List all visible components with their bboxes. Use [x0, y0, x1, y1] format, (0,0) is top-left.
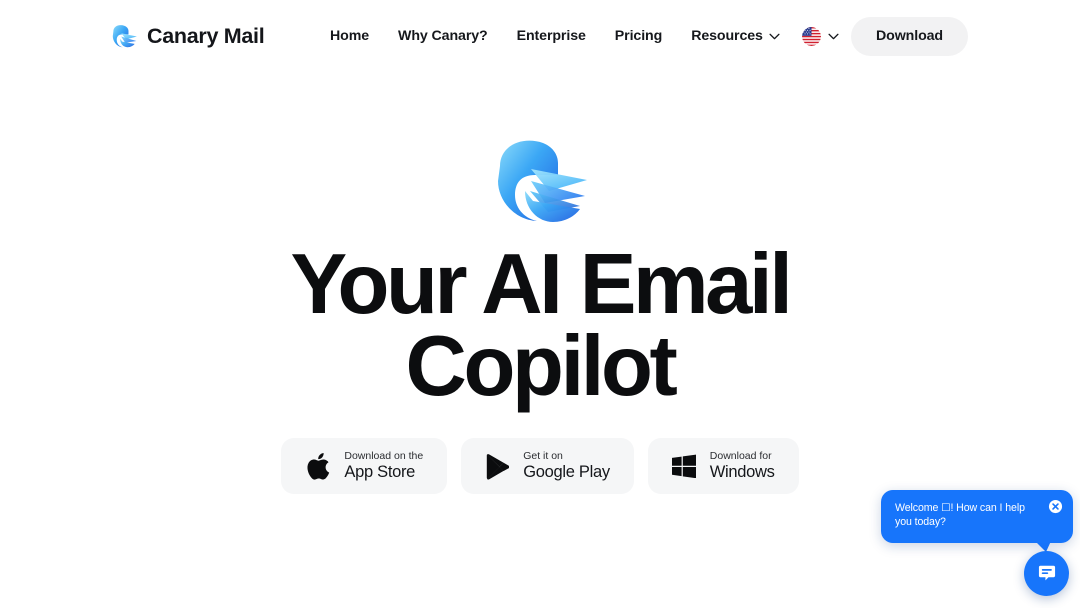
nav-item-resources-label: Resources	[691, 28, 763, 44]
nav-item-pricing[interactable]: Pricing	[615, 22, 663, 50]
store-buttons-row: Download on the App Store Get it on Goog…	[0, 438, 1080, 495]
brand-name: Canary Mail	[147, 23, 265, 48]
page-title: Your AI Email Copilot	[0, 237, 1080, 414]
google-play-icon	[486, 453, 510, 480]
canary-bird-logo-large-icon	[498, 140, 587, 222]
chat-tooltip-close-button[interactable]	[1048, 499, 1063, 514]
hero-logo-wrapper	[0, 72, 1080, 226]
google-play-text: Get it on Google Play	[523, 450, 610, 482]
hero-section: Your AI Email Copilot Download on the Ap…	[0, 72, 1080, 495]
chat-open-button[interactable]	[1024, 551, 1069, 596]
main-navigation: Home Why Canary? Enterprise Pricing Reso…	[330, 22, 839, 50]
nav-item-resources[interactable]: Resources	[691, 22, 780, 50]
apple-icon	[307, 452, 330, 480]
google-play-big-label: Google Play	[523, 463, 610, 482]
nav-item-why-canary[interactable]: Why Canary?	[398, 22, 488, 50]
nav-item-home[interactable]: Home	[330, 22, 369, 50]
google-play-small-label: Get it on	[523, 450, 563, 463]
windows-download-button[interactable]: Download for Windows	[647, 438, 799, 495]
language-switcher[interactable]	[801, 26, 839, 46]
nav-item-enterprise[interactable]: Enterprise	[517, 22, 586, 50]
app-store-big-label: App Store	[344, 463, 416, 482]
app-store-small-label: Download on the	[344, 450, 424, 463]
hero-title-line-1: Your AI Email	[290, 237, 793, 332]
chat-welcome-message: Welcome ☐! How can I help you today?	[895, 502, 1025, 528]
header-download-button[interactable]: Download	[851, 16, 968, 56]
chevron-down-icon	[769, 33, 780, 39]
windows-icon	[671, 454, 696, 479]
site-header: Canary Mail Home Why Canary? Enterprise …	[0, 0, 1080, 72]
windows-small-label: Download for	[709, 450, 772, 463]
windows-text: Download for Windows	[709, 450, 775, 482]
brand-logo-link[interactable]: Canary Mail	[110, 22, 265, 50]
app-store-download-button[interactable]: Download on the App Store	[281, 438, 448, 495]
chevron-down-icon	[828, 33, 839, 39]
app-store-text: Download on the App Store	[344, 450, 424, 482]
us-flag-icon	[801, 26, 821, 46]
google-play-download-button[interactable]: Get it on Google Play	[461, 438, 634, 495]
hero-title-line-2: Copilot	[405, 318, 678, 414]
canary-bird-logo-icon	[112, 25, 137, 48]
close-circle-icon	[1048, 499, 1063, 514]
chat-bubble-icon	[1038, 565, 1055, 580]
chat-welcome-tooltip: Welcome ☐! How can I help you today?	[881, 490, 1073, 552]
windows-big-label: Windows	[709, 463, 775, 482]
